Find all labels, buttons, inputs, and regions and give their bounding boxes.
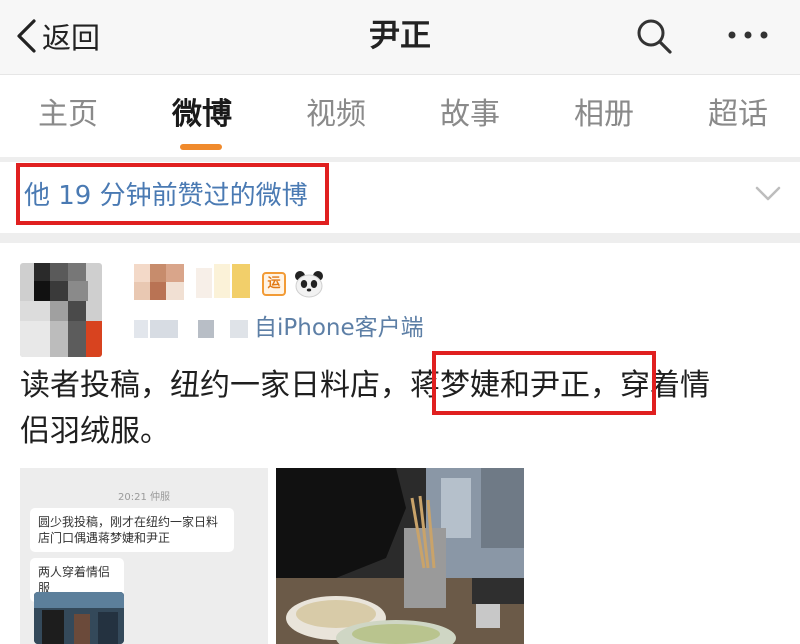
navigation-bar: 返回 尹正 <box>0 0 800 75</box>
post-image[interactable] <box>276 468 524 644</box>
avatar[interactable] <box>20 263 102 357</box>
tab-album[interactable]: 相册 <box>574 95 634 135</box>
post-image[interactable]: 20:21 仲服 圆少我投稿，刚才在纽约一家日料店门口偶遇蒋梦婕和尹正 两人穿着… <box>20 468 268 644</box>
tab-story[interactable]: 故事 <box>440 95 500 135</box>
chat-image-thumbnail <box>34 592 124 644</box>
post-time <box>134 316 252 342</box>
active-tab-indicator <box>180 144 222 150</box>
tab-video[interactable]: 视频 <box>306 95 366 135</box>
search-icon[interactable] <box>634 16 674 56</box>
divider <box>0 233 800 243</box>
tab-weibo[interactable]: 微博 <box>172 95 232 135</box>
post-text-line2: 侣羽绒服。 <box>20 414 170 449</box>
badge-icon: 运 <box>262 272 286 296</box>
post-text-line1: 读者投稿，纽约一家日料店，蒋梦婕和尹正，穿着情 <box>20 368 710 403</box>
panda-icon <box>295 271 323 298</box>
post-source: 自iPhone客户端 <box>254 315 424 341</box>
chat-timestamp: 20:21 仲服 <box>118 492 170 503</box>
more-icon[interactable] <box>724 20 772 50</box>
username[interactable] <box>134 264 250 300</box>
chevron-down-icon[interactable] <box>754 184 782 204</box>
tab-home[interactable]: 主页 <box>38 95 98 135</box>
highlight-box <box>16 163 329 225</box>
page-title: 尹正 <box>369 18 431 54</box>
highlight-box <box>432 351 656 415</box>
chat-bubble: 圆少我投稿，刚才在纽约一家日料店门口偶遇蒋梦婕和尹正 <box>30 508 234 552</box>
tab-super-topic[interactable]: 超话 <box>708 95 768 135</box>
profile-tabs: 主页 微博 视频 故事 相册 超话 <box>0 75 800 157</box>
